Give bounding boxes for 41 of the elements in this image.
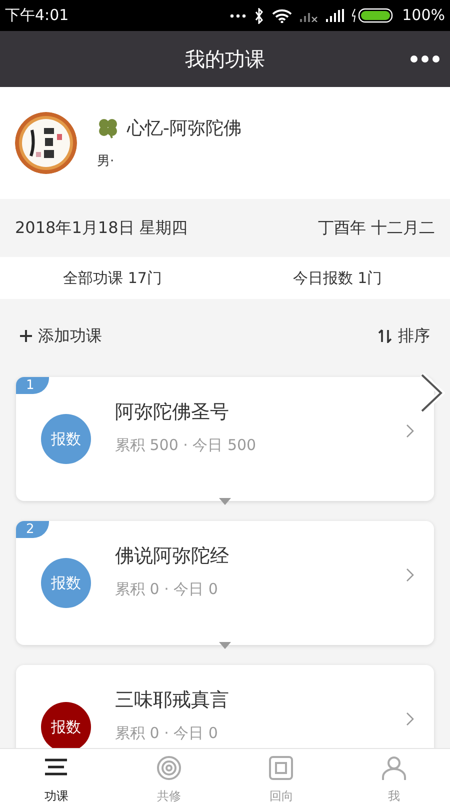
page-title: 我的功课 — [185, 46, 265, 73]
dots-icon — [230, 14, 246, 18]
tab-item[interactable]: 功课 — [0, 749, 112, 812]
target-icon — [156, 756, 182, 781]
add-lesson-button[interactable]: 添加功课 — [20, 324, 102, 348]
stat-label: 今日报数 1门 — [292, 268, 382, 289]
chevron-right-icon — [419, 373, 445, 413]
lesson-title: 佛说阿弥陀经 — [115, 544, 229, 568]
sort-button[interactable]: 排序 — [378, 324, 430, 348]
battery-icon — [352, 8, 394, 23]
lesson-number: 1 — [16, 377, 49, 394]
status-time: 下午4:01 — [5, 5, 69, 26]
lesson-summary: 累积 0 · 今日 0 — [115, 579, 219, 600]
wifi-icon — [272, 8, 292, 22]
more-button[interactable] — [410, 53, 440, 65]
lunar-date: 丁酉年 十二月二 — [318, 217, 435, 239]
lesson-title: 阿弥陀佛圣号 — [115, 400, 230, 424]
lesson-summary: 累积 0 · 今日 0 — [115, 723, 219, 744]
bluetooth-icon — [254, 8, 264, 24]
report-button[interactable]: 报数 — [41, 702, 91, 748]
lesson-title: 三味耶戒真言 — [115, 688, 229, 712]
lesson-summary: 累积 500 · 今日 500 — [115, 435, 256, 456]
chevron-right-icon — [406, 712, 414, 726]
clover-icon — [97, 117, 119, 140]
chevron-right-icon — [406, 568, 414, 582]
square-icon — [268, 756, 294, 781]
solar-date: 2018年1月18日 星期四 — [15, 217, 188, 239]
more-icon — [410, 55, 440, 63]
sort-icon — [378, 329, 392, 343]
plus-icon — [20, 330, 32, 342]
person-icon — [380, 756, 407, 781]
user-gender: 男· — [97, 152, 116, 171]
chevron-right-icon — [406, 424, 414, 438]
lesson-card[interactable]: 报数 三味耶戒真言 累积 0 · 今日 0 — [16, 665, 434, 748]
caret-down-icon — [219, 642, 231, 649]
stat-label: 全部功课 17门 — [63, 268, 162, 289]
signal-icon — [326, 9, 344, 22]
caret-down-icon — [219, 498, 231, 505]
battery-level: 100% — [402, 5, 445, 26]
lesson-number: 2 — [16, 521, 49, 538]
user-name: 心忆-阿弥陀佛 — [127, 116, 242, 141]
